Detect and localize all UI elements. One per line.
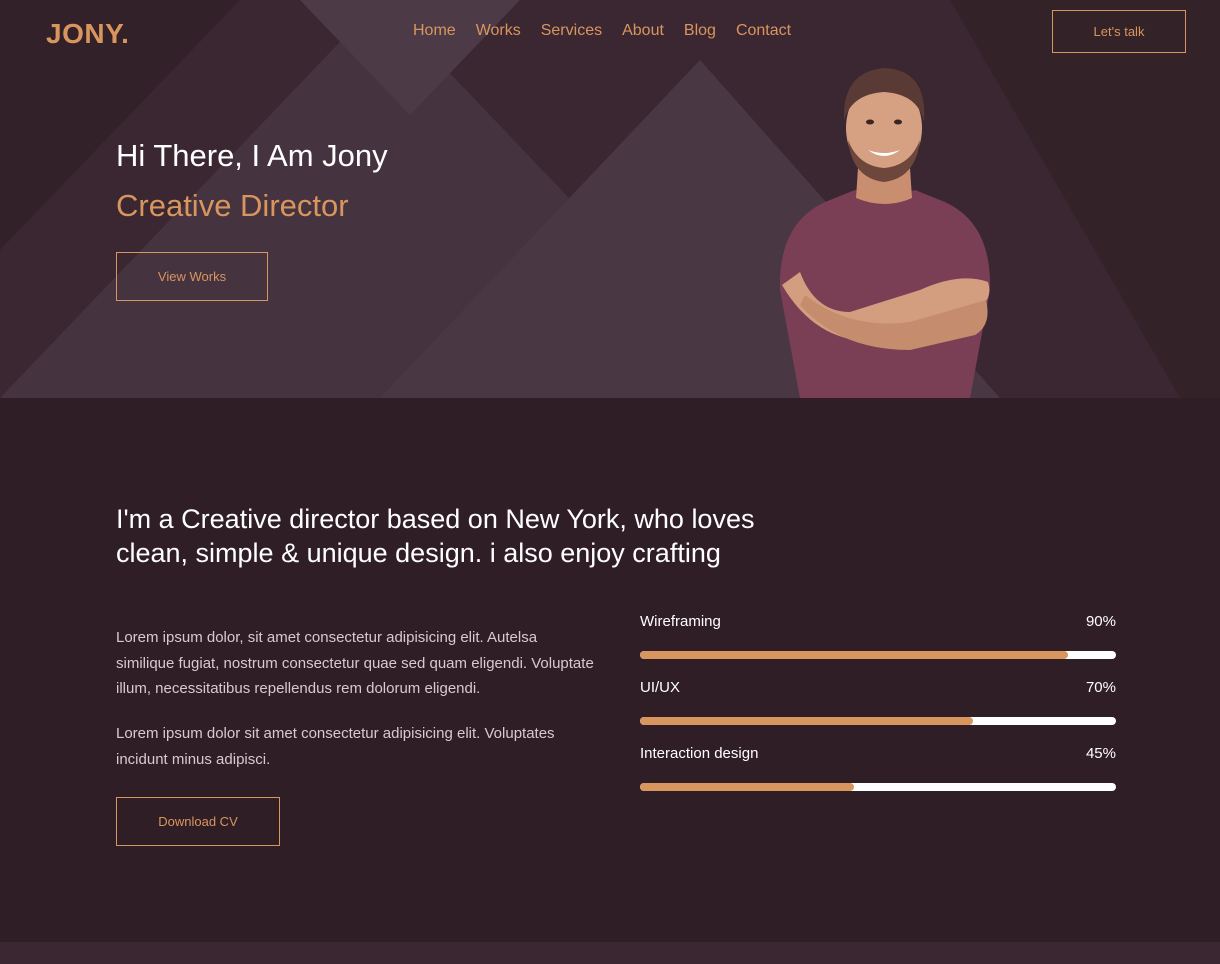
skill-name: Wireframing	[640, 613, 721, 630]
skill-name: UI/UX	[640, 679, 681, 696]
download-cv-button[interactable]: Download CV	[116, 797, 280, 846]
nav-services-link[interactable]: Services	[541, 22, 602, 40]
skill-item: UI/UX 70%	[640, 677, 1116, 743]
brand-logo[interactable]: JONY.	[46, 18, 129, 50]
nav-works-link[interactable]: Works	[476, 22, 521, 40]
skill-progress-fill	[640, 651, 1069, 659]
hero-subtitle: Creative Director	[116, 188, 349, 223]
skill-item: Interaction design 45%	[640, 743, 1116, 809]
next-section-edge	[0, 942, 1220, 964]
skill-name: Interaction design	[640, 745, 759, 762]
skill-percent: 70%	[1085, 679, 1116, 696]
skill-progress-fill	[640, 783, 855, 791]
skill-progress-track	[640, 651, 1116, 659]
nav-about-link[interactable]: About	[622, 22, 664, 40]
skill-progress-track	[640, 783, 1116, 791]
skill-item: Wireframing 90%	[640, 611, 1116, 677]
main-nav: Home Works Services About Blog Contact	[413, 22, 791, 40]
nav-home-link[interactable]: Home	[413, 22, 456, 40]
skill-progress-fill	[640, 717, 974, 725]
skill-percent: 90%	[1085, 613, 1116, 630]
skill-progress-track	[640, 717, 1116, 725]
lets-talk-button[interactable]: Let's talk	[1052, 10, 1186, 53]
about-heading: I'm a Creative director based on New Yor…	[116, 504, 755, 568]
view-works-button[interactable]: View Works	[116, 252, 268, 301]
hero-section: JONY. Home Works Services About Blog Con…	[0, 0, 1220, 398]
about-paragraph-2: Lorem ipsum dolor sit amet consectetur a…	[116, 725, 555, 768]
about-paragraph-1: Lorem ipsum dolor, sit amet consectetur …	[116, 629, 594, 697]
nav-contact-link[interactable]: Contact	[736, 22, 791, 40]
portrait-image	[779, 68, 991, 398]
skill-percent: 45%	[1085, 745, 1116, 762]
hero-title: Hi There, I Am Jony	[116, 138, 388, 173]
nav-blog-link[interactable]: Blog	[684, 22, 716, 40]
skills-list: Wireframing 90% UI/UX 70% Interaction de…	[640, 611, 1116, 809]
